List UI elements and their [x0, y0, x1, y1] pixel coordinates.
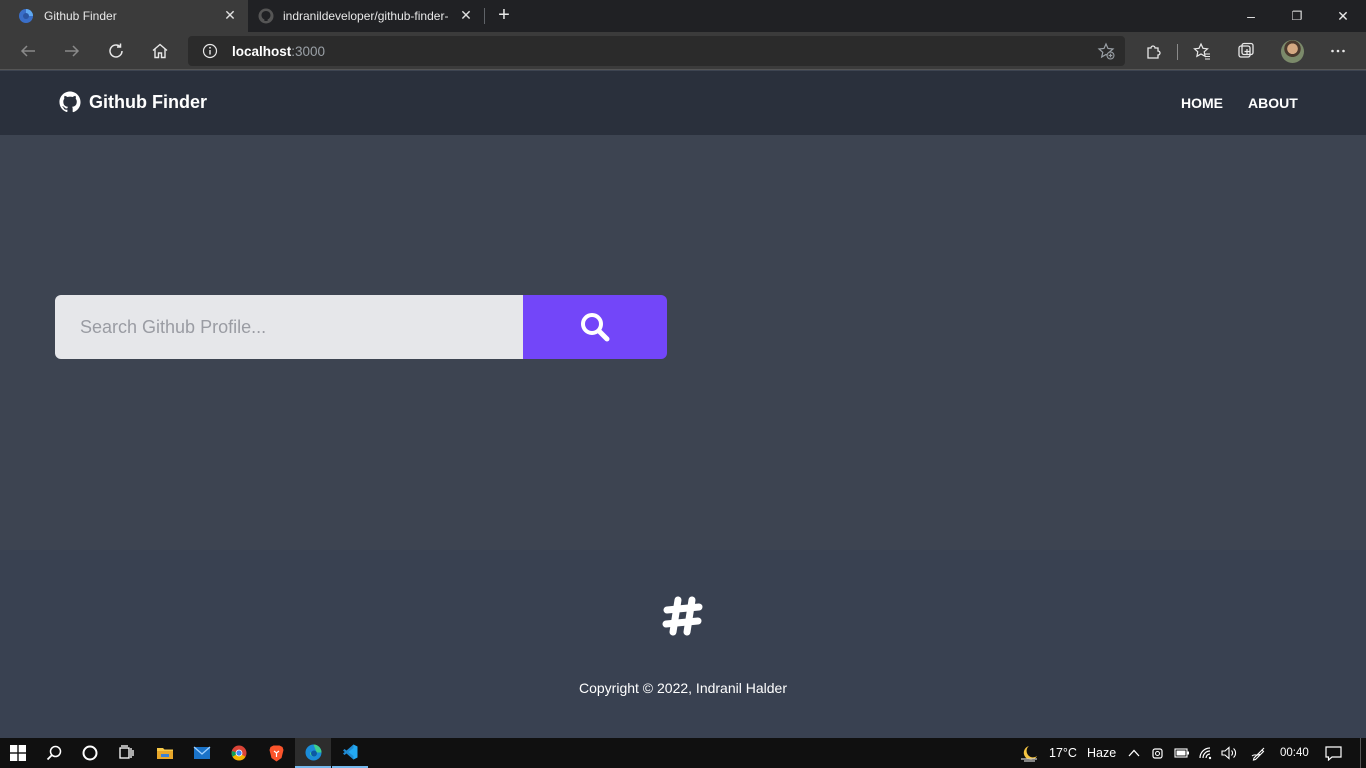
folder-icon [157, 748, 173, 759]
arrow-left-icon [20, 45, 35, 57]
collections-icon [1238, 42, 1254, 58]
show-hidden-icons-button[interactable] [1124, 738, 1144, 768]
taskbar-chrome[interactable] [221, 738, 257, 768]
volume-indicator[interactable] [1219, 738, 1239, 768]
refresh-icon [109, 43, 123, 58]
action-center-button[interactable] [1322, 738, 1344, 768]
back-button[interactable] [16, 39, 40, 63]
tab-title: indranildeveloper/github-finder- [283, 9, 449, 23]
arrow-right-icon [65, 45, 80, 57]
brand-link[interactable]: Github Finder [59, 91, 207, 113]
nav-home-link[interactable]: HOME [1181, 95, 1223, 111]
minimize-button[interactable]: – [1228, 0, 1274, 32]
network-indicator[interactable] [1196, 738, 1216, 768]
taskbar-edge[interactable] [295, 738, 331, 768]
battery-icon [1174, 748, 1189, 758]
pen-workspace-button[interactable] [1248, 738, 1270, 768]
add-favorite-icon[interactable] [1097, 42, 1115, 60]
brand-title: Github Finder [89, 91, 207, 112]
browser-toolbar: localhost:3000 [0, 32, 1366, 70]
wifi-icon [1199, 747, 1212, 760]
home-icon [152, 43, 168, 59]
tab-title: Github Finder [44, 9, 117, 23]
pen-icon [1251, 747, 1265, 761]
nav-about-link[interactable]: ABOUT [1248, 95, 1298, 111]
toolbar-divider [1177, 44, 1178, 60]
close-window-button[interactable]: ✕ [1320, 0, 1366, 32]
favorites-icon [1193, 42, 1210, 60]
home-button[interactable] [148, 39, 172, 63]
moon-haze-icon [1021, 746, 1037, 762]
system-clock[interactable]: 00:40 [1280, 747, 1309, 759]
url-port: :3000 [291, 44, 326, 59]
windows-logo-icon [10, 745, 26, 761]
cortana-circle-icon [82, 745, 98, 761]
tab-github-finder[interactable]: Github Finder ✕ [0, 0, 248, 32]
github-icon [258, 8, 274, 24]
tab-close-icon[interactable]: ✕ [222, 7, 238, 23]
chevron-up-icon [1128, 749, 1140, 757]
tab-github-repo[interactable]: indranildeveloper/github-finder- ✕ [248, 0, 484, 32]
camera-icon [1152, 748, 1163, 759]
start-button[interactable] [0, 738, 36, 768]
app-navbar: Github Finder HOME ABOUT [0, 71, 1366, 135]
forward-button[interactable] [60, 39, 84, 63]
windows-taskbar: 17°C Haze 00:40 [0, 738, 1366, 768]
edge-icon [305, 744, 321, 760]
chrome-icon [231, 745, 247, 761]
more-icon [1331, 49, 1345, 53]
github-logo-icon [59, 91, 81, 113]
speaker-icon [1221, 746, 1236, 760]
hashtag-logo-icon [662, 596, 703, 636]
search-input[interactable] [55, 295, 523, 359]
search-button[interactable] [523, 295, 667, 359]
edge-globe-icon [19, 9, 33, 23]
battery-indicator[interactable] [1172, 738, 1192, 768]
address-bar[interactable]: localhost:3000 [188, 36, 1125, 66]
settings-menu-button[interactable] [1326, 39, 1350, 63]
tab-separator [484, 8, 485, 24]
tab-close-icon[interactable]: ✕ [458, 7, 474, 23]
url-text: localhost:3000 [232, 44, 325, 59]
taskbar-vscode[interactable] [332, 738, 368, 768]
taskbar-mail[interactable] [184, 738, 220, 768]
weather-widget[interactable] [1016, 738, 1042, 768]
url-host: localhost [232, 44, 292, 59]
meet-now-button[interactable] [1148, 738, 1168, 768]
taskbar-brave[interactable] [258, 738, 294, 768]
footer: Copyright © 2022, Indranil Halder [0, 550, 1366, 738]
profile-avatar[interactable] [1281, 40, 1304, 63]
taskbar-file-explorer[interactable] [147, 738, 183, 768]
refresh-button[interactable] [104, 39, 128, 63]
favorites-button[interactable] [1190, 39, 1214, 63]
weather-temperature[interactable]: 17°C [1049, 746, 1077, 760]
main-content [0, 135, 1366, 550]
task-view-icon [119, 745, 134, 759]
info-icon[interactable] [202, 43, 218, 59]
search-icon [46, 745, 62, 761]
mail-icon [193, 746, 211, 759]
collections-button[interactable] [1234, 39, 1258, 63]
task-view-button[interactable] [108, 738, 144, 768]
notification-icon [1324, 745, 1342, 761]
puzzle-icon [1147, 45, 1161, 59]
brave-lion-icon [269, 745, 283, 761]
show-desktop-button[interactable] [1360, 738, 1366, 768]
extensions-button[interactable] [1141, 39, 1165, 63]
restore-button[interactable]: ❐ [1274, 0, 1320, 32]
taskbar-search-button[interactable] [36, 738, 72, 768]
new-tab-button[interactable]: + [493, 4, 515, 28]
vscode-icon [343, 744, 358, 760]
copyright-text: Copyright © 2022, Indranil Halder [579, 680, 787, 696]
cortana-button[interactable] [72, 738, 108, 768]
weather-description[interactable]: Haze [1087, 746, 1116, 760]
browser-tab-bar: Github Finder ✕ indranildeveloper/github… [0, 0, 1366, 32]
search-icon [581, 313, 610, 342]
